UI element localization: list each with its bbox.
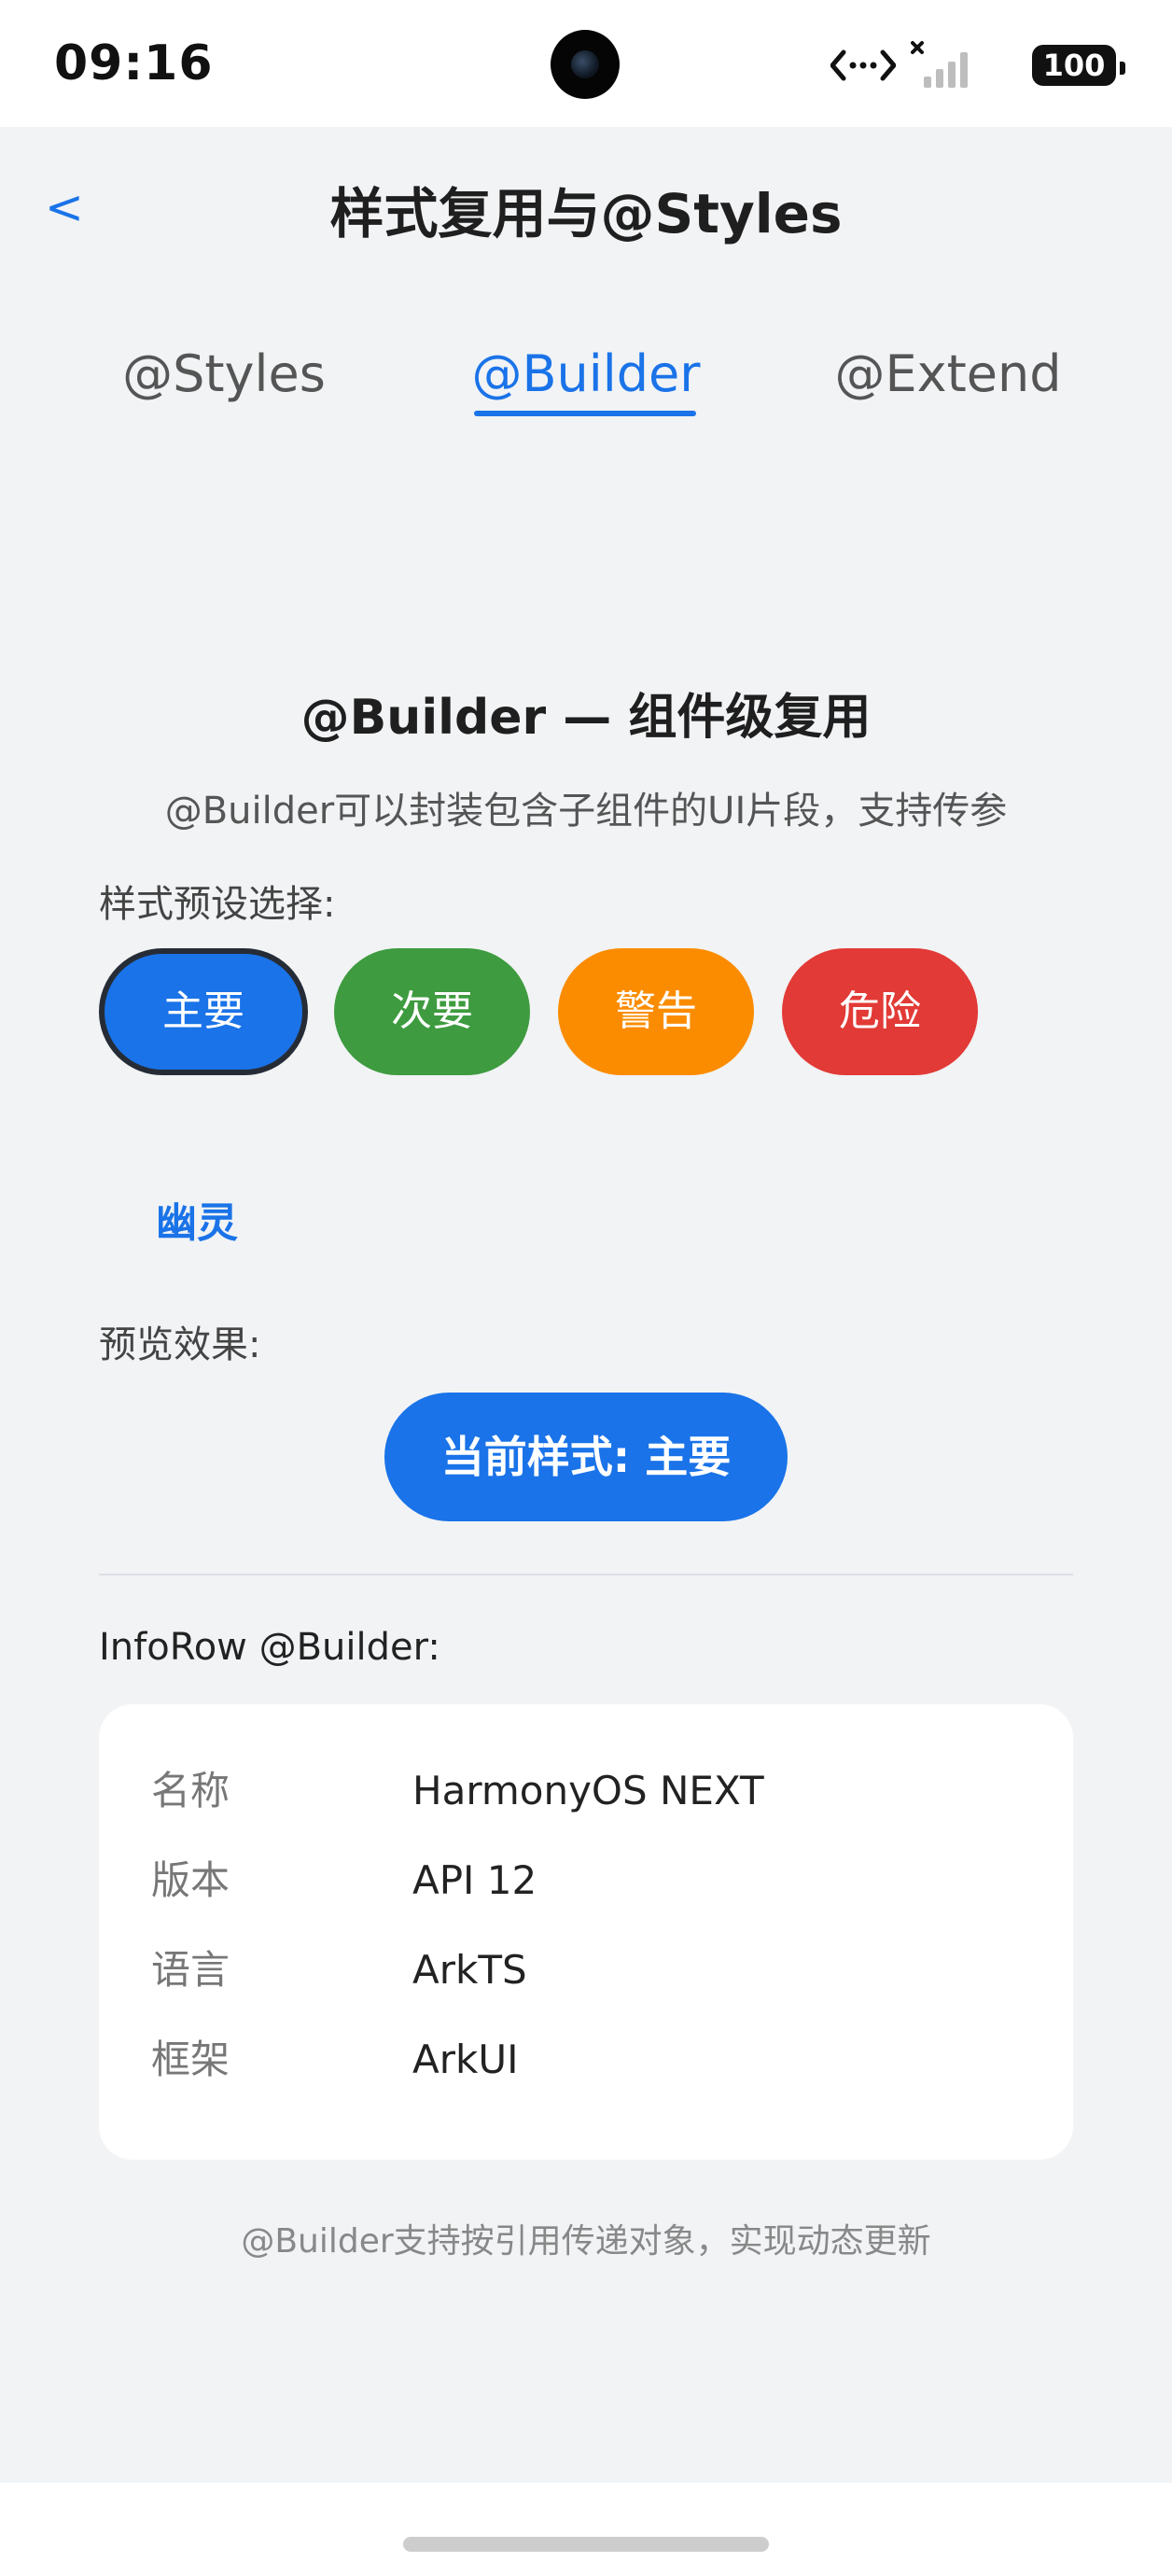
home-indicator[interactable] <box>403 2537 769 2552</box>
info-row-label: InfoRow @Builder: <box>99 1626 440 1669</box>
battery-level: 100 <box>1042 48 1106 83</box>
status-bar: 09:16 100 <box>0 0 1172 127</box>
info-row: 名称 HarmonyOS NEXT <box>151 1758 1028 1824</box>
preset-label: 样式预设选择: <box>99 883 336 926</box>
info-row: 版本 API 12 <box>151 1848 1028 1913</box>
tab-extend[interactable]: @Extend <box>825 332 1071 435</box>
info-value: HarmonyOS NEXT <box>412 1768 764 1813</box>
tab-styles[interactable]: @Styles <box>103 332 345 435</box>
preview-label: 预览效果: <box>99 1323 261 1366</box>
battery-tip <box>1120 62 1125 75</box>
page-title: 样式复用与@Styles <box>329 182 843 245</box>
section-description: @Builder可以封装包含子组件的UI片段，支持传参 <box>164 790 1008 833</box>
camera-lens <box>571 50 599 78</box>
info-value: ArkUI <box>412 2037 519 2082</box>
tab-builder[interactable]: @Builder <box>463 332 709 435</box>
bottom-safe-area <box>0 2483 1172 2576</box>
divider <box>99 1574 1073 1575</box>
link-icon <box>830 49 896 81</box>
preset-secondary-button[interactable]: 次要 <box>334 948 530 1075</box>
info-row: 语言 ArkTS <box>151 1938 1028 2003</box>
info-card: 名称 HarmonyOS NEXT 版本 API 12 语言 ArkTS 框架 … <box>99 1704 1073 2160</box>
preset-ghost-button[interactable]: 幽灵 <box>99 1172 295 1275</box>
tab-active-indicator <box>474 411 696 416</box>
preset-danger-button[interactable]: 危险 <box>782 948 978 1075</box>
info-key: 名称 <box>151 1768 230 1813</box>
info-row: 框架 ArkUI <box>151 2027 1028 2093</box>
info-value: API 12 <box>412 1857 537 1903</box>
tab-bar: @Styles @Builder @Extend <box>0 332 1172 435</box>
info-key: 版本 <box>151 1857 230 1903</box>
battery-indicator: 100 <box>1032 45 1125 86</box>
preset-warning-button[interactable]: 警告 <box>558 948 754 1075</box>
preset-primary-button[interactable]: 主要 <box>99 948 308 1075</box>
section-heading: @Builder — 组件级复用 <box>300 690 872 746</box>
footnote: @Builder支持按引用传递对象，实现动态更新 <box>241 2222 931 2261</box>
info-key: 语言 <box>151 1947 230 1993</box>
preview-button[interactable]: 当前样式: 主要 <box>384 1393 788 1521</box>
info-key: 框架 <box>151 2037 230 2082</box>
signal-icon <box>911 41 968 88</box>
front-camera <box>551 30 620 99</box>
page-body: < 样式复用与@Styles @Styles @Builder @Extend … <box>0 127 1172 2576</box>
info-value: ArkTS <box>412 1947 527 1993</box>
nav-bar: < 样式复用与@Styles <box>0 127 1172 295</box>
status-time: 09:16 <box>54 35 214 91</box>
